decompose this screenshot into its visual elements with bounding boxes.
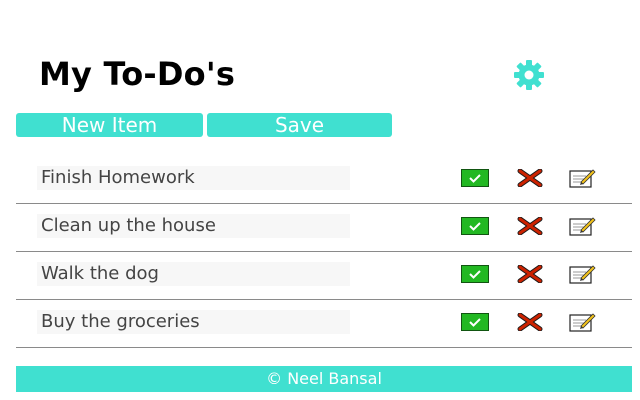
- edit-button[interactable]: [569, 264, 597, 284]
- delete-button[interactable]: [516, 264, 544, 284]
- edit-button[interactable]: [569, 216, 597, 236]
- complete-button[interactable]: [461, 264, 489, 284]
- todo-list: Finish Homework Clean up the house Walk …: [16, 156, 632, 348]
- new-item-button[interactable]: New Item: [16, 113, 203, 137]
- x-icon: [517, 265, 543, 283]
- todo-row: Finish Homework: [16, 156, 632, 204]
- page-title: My To-Do's: [39, 55, 236, 93]
- x-icon: [517, 169, 543, 187]
- complete-button[interactable]: [461, 216, 489, 236]
- todo-row: Buy the groceries: [16, 300, 632, 348]
- edit-icon: [569, 169, 596, 188]
- complete-button[interactable]: [461, 168, 489, 188]
- delete-button[interactable]: [516, 216, 544, 236]
- todo-row: Clean up the house: [16, 204, 632, 252]
- edit-icon: [569, 265, 596, 284]
- complete-button[interactable]: [461, 312, 489, 332]
- todo-app: My To-Do's New Item Save Finish Homework…: [0, 0, 640, 400]
- delete-button[interactable]: [516, 168, 544, 188]
- edit-button[interactable]: [569, 168, 597, 188]
- check-icon: [461, 313, 489, 331]
- x-icon: [517, 217, 543, 235]
- check-icon: [461, 217, 489, 235]
- footer-copyright: © Neel Bansal: [16, 366, 632, 392]
- delete-button[interactable]: [516, 312, 544, 332]
- todo-text[interactable]: Finish Homework: [37, 166, 350, 190]
- check-icon: [461, 265, 489, 283]
- edit-button[interactable]: [569, 312, 597, 332]
- todo-text[interactable]: Buy the groceries: [37, 310, 350, 334]
- settings-button[interactable]: [506, 59, 552, 91]
- x-icon: [517, 313, 543, 331]
- todo-text[interactable]: Walk the dog: [37, 262, 350, 286]
- edit-icon: [569, 217, 596, 236]
- gear-icon: [514, 60, 544, 90]
- todo-row: Walk the dog: [16, 252, 632, 300]
- save-button[interactable]: Save: [207, 113, 392, 137]
- check-icon: [461, 169, 489, 187]
- edit-icon: [569, 313, 596, 332]
- todo-text[interactable]: Clean up the house: [37, 214, 350, 238]
